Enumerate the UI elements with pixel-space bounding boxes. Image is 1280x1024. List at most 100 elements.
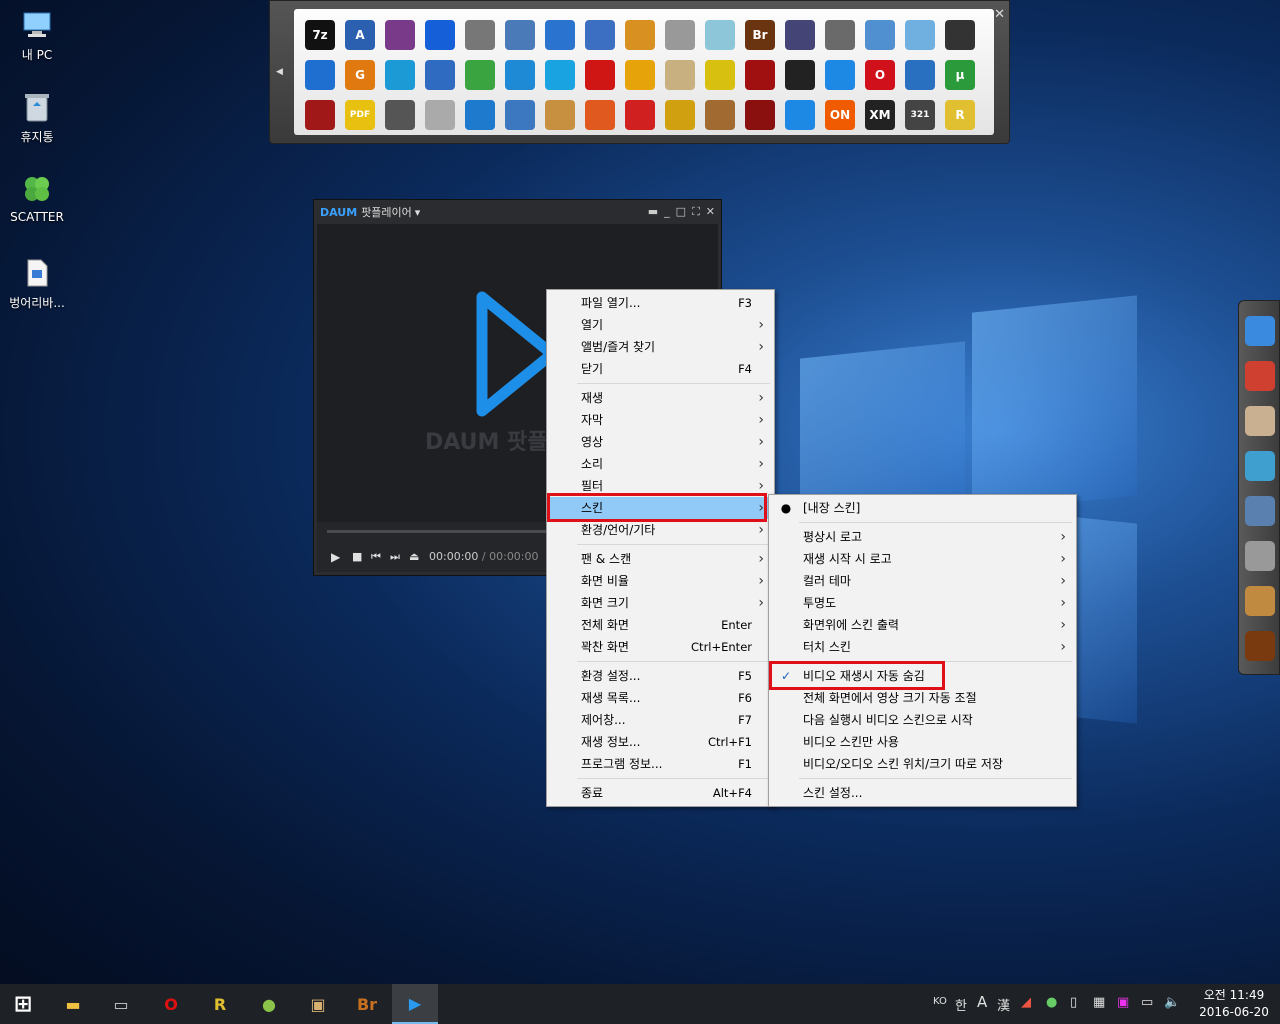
menu-item[interactable]: 앨범/즐겨 찾기 › <box>547 336 774 358</box>
launcher-app-icon[interactable] <box>620 95 660 135</box>
launcher-app-icon[interactable] <box>660 55 700 95</box>
launcher-app-icon[interactable]: R <box>940 95 980 135</box>
launcher-app-icon[interactable]: µ <box>940 55 980 95</box>
clock[interactable]: 오전 11:49 2016-06-20 <box>1193 987 1275 1021</box>
launcher-app-icon[interactable] <box>620 15 660 55</box>
launcher-app-icon[interactable] <box>380 15 420 55</box>
tray-app-icon[interactable]: ◢ <box>1021 995 1031 1010</box>
menu-item[interactable]: 비디오 스킨만 사용 <box>769 731 1076 753</box>
menu-item[interactable]: 영상 › <box>547 431 774 453</box>
bridge-icon[interactable] <box>1245 631 1275 661</box>
menu-item[interactable]: ✓ 비디오 재생시 자동 숨김 <box>769 665 1076 687</box>
menu-item[interactable]: 재생 › <box>547 387 774 409</box>
ime-hanja[interactable]: 漢 <box>997 995 1010 1014</box>
drive-icon[interactable] <box>1245 541 1275 571</box>
r-taskbar-button[interactable]: R <box>197 984 243 1024</box>
launcher-app-icon[interactable] <box>540 55 580 95</box>
launcher-app-icon[interactable] <box>420 95 460 135</box>
volume-icon[interactable]: 🔈 <box>1164 995 1180 1010</box>
launcher-app-icon[interactable] <box>460 15 500 55</box>
menu-item[interactable]: 파일 열기... F3 <box>547 292 774 314</box>
menu-item[interactable]: 재생 정보... Ctrl+F1 <box>547 731 774 753</box>
menu-item[interactable]: ● [내장 스킨] <box>769 497 1076 519</box>
launcher-app-icon[interactable] <box>380 55 420 95</box>
box-taskbar-button[interactable]: ▣ <box>295 984 341 1024</box>
menu-item[interactable]: 필터 › <box>547 475 774 497</box>
menu-item[interactable]: 소리 › <box>547 453 774 475</box>
olive-taskbar-button[interactable]: ● <box>246 984 292 1024</box>
launcher-app-icon[interactable] <box>700 15 740 55</box>
launcher-app-icon[interactable] <box>380 95 420 135</box>
launcher-app-icon[interactable] <box>700 55 740 95</box>
box-icon[interactable] <box>1245 586 1275 616</box>
potplayer-taskbar-button[interactable]: ▶ <box>392 984 438 1024</box>
menu-item[interactable]: 열기 › <box>547 314 774 336</box>
title-menu-arrow-icon[interactable]: ▾ <box>415 206 421 219</box>
close-button[interactable]: ✕ <box>706 205 715 219</box>
launcher-app-icon[interactable]: G <box>340 55 380 95</box>
menu-item[interactable]: 터치 스킨 › <box>769 636 1076 658</box>
language-indicator[interactable]: KO <box>933 996 947 1007</box>
launcher-app-icon[interactable]: Br <box>740 15 780 55</box>
menu-item[interactable]: 꽉찬 화면 Ctrl+Enter <box>547 636 774 658</box>
menu-item[interactable]: 투명도 › <box>769 592 1076 614</box>
desktop-icon-my-pc[interactable]: 내 PC <box>0 8 74 63</box>
launcher-app-icon[interactable] <box>620 55 660 95</box>
eject-button[interactable]: ⏏ <box>409 550 419 563</box>
play-button[interactable]: ▶ <box>331 550 340 564</box>
launcher-app-icon[interactable]: PDF <box>340 95 380 135</box>
bridge-taskbar-button[interactable]: Br <box>344 984 390 1024</box>
color-app-icon[interactable]: ▣ <box>1117 995 1129 1010</box>
book-icon[interactable] <box>1245 451 1275 481</box>
pin-icon[interactable]: ▬ <box>648 205 658 219</box>
launcher-app-icon[interactable] <box>900 55 940 95</box>
menu-item[interactable]: 스킨 설정... <box>769 782 1076 804</box>
launcher-app-icon[interactable] <box>500 15 540 55</box>
menu-item[interactable]: 프로그램 정보... F1 <box>547 753 774 775</box>
menu-item[interactable]: 화면 크기 › <box>547 592 774 614</box>
menu-item[interactable]: 전체 화면 Enter <box>547 614 774 636</box>
menu-item[interactable]: 재생 목록... F6 <box>547 687 774 709</box>
launcher-app-icon[interactable] <box>820 55 860 95</box>
launcher-app-icon[interactable] <box>500 95 540 135</box>
desktop-icon-recycle-bin[interactable]: 휴지통 <box>0 90 74 145</box>
launcher-app-icon[interactable] <box>500 55 540 95</box>
launcher-app-icon[interactable] <box>580 15 620 55</box>
start-taskbar-button[interactable]: ⊞ <box>0 984 46 1024</box>
color-icon[interactable] <box>1245 361 1275 391</box>
menu-item[interactable]: 화면 비율 › <box>547 570 774 592</box>
disk-icon[interactable] <box>1245 316 1275 346</box>
ime-alpha[interactable]: A <box>977 993 987 1011</box>
menu-item[interactable]: 재생 시작 시 로고 › <box>769 548 1076 570</box>
launcher-app-icon[interactable] <box>540 15 580 55</box>
menu-item[interactable]: 스킨 › <box>547 497 774 519</box>
launcher-app-icon[interactable]: 321 <box>900 95 940 135</box>
launcher-app-icon[interactable] <box>740 55 780 95</box>
launcher-app-icon[interactable] <box>540 95 580 135</box>
player-titlebar[interactable]: DAUM 팟플레이어 ▾ ▬ _ □ ⛶ ✕ <box>314 200 721 224</box>
launcher-app-icon[interactable] <box>940 15 980 55</box>
launcher-app-icon[interactable]: O <box>860 55 900 95</box>
launcher-app-icon[interactable] <box>900 15 940 55</box>
fullscreen-button[interactable]: ⛶ <box>692 205 700 219</box>
menu-item[interactable]: 자막 › <box>547 409 774 431</box>
launcher-app-icon[interactable] <box>700 95 740 135</box>
launcher-app-icon[interactable] <box>300 95 340 135</box>
launcher-app-icon[interactable] <box>460 95 500 135</box>
launcher-app-icon[interactable] <box>580 55 620 95</box>
launcher-app-icon[interactable] <box>780 95 820 135</box>
launcher-app-icon[interactable] <box>780 55 820 95</box>
launcher-app-icon[interactable] <box>580 95 620 135</box>
previous-button[interactable]: ⏮ <box>371 550 381 564</box>
launcher-app-icon[interactable]: 7z <box>300 15 340 55</box>
next-button[interactable]: ⏭ <box>390 550 400 564</box>
launcher-app-icon[interactable] <box>300 55 340 95</box>
menu-item[interactable]: 환경 설정... F5 <box>547 665 774 687</box>
menu-item[interactable]: 팬 & 스캔 › <box>547 548 774 570</box>
launcher-app-icon[interactable] <box>660 15 700 55</box>
launcher-collapse-arrow[interactable]: ◀ <box>276 67 283 77</box>
menu-item[interactable]: 제어창... F7 <box>547 709 774 731</box>
player-title[interactable]: 팟플레이어 <box>361 204 412 220</box>
menu-item[interactable]: 닫기 F4 <box>547 358 774 380</box>
opera-taskbar-button[interactable]: O <box>148 984 194 1024</box>
